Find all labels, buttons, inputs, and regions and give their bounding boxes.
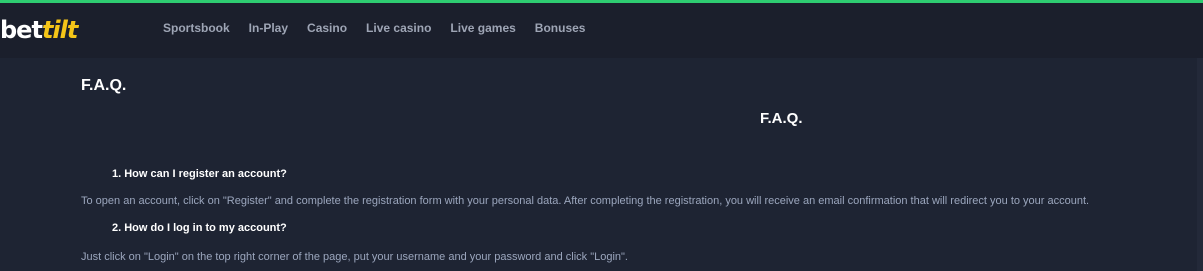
logo-text-tilt: tilt: [41, 16, 78, 44]
nav-item-in-play[interactable]: In-Play: [249, 20, 288, 36]
nav-item-casino[interactable]: Casino: [307, 20, 347, 36]
faq-question: 1. How can I register an account?: [112, 168, 287, 180]
main-nav: Sportsbook In-Play Casino Live casino Li…: [163, 20, 604, 36]
nav-item-live-games[interactable]: Live games: [450, 20, 515, 36]
page-title: F.A.Q.: [81, 77, 127, 94]
nav-item-live-casino[interactable]: Live casino: [366, 20, 431, 36]
bettilt-logo[interactable]: bettilt: [0, 16, 78, 44]
faq-answer: To open an account, click on "Register" …: [81, 195, 1090, 207]
faq-heading: F.A.Q.: [760, 110, 803, 127]
faq-answer: Just click on "Login" on the top right c…: [81, 251, 628, 263]
top-navigation-bar: bettilt Sportsbook In-Play Casino Live c…: [0, 0, 1203, 58]
page-scrollbar[interactable]: [1197, 58, 1203, 271]
faq-question: 2. How do I log in to my account?: [112, 222, 287, 234]
nav-item-sportsbook[interactable]: Sportsbook: [163, 20, 230, 36]
logo-text-bet: bet: [0, 16, 43, 44]
nav-item-bonuses[interactable]: Bonuses: [535, 20, 586, 36]
